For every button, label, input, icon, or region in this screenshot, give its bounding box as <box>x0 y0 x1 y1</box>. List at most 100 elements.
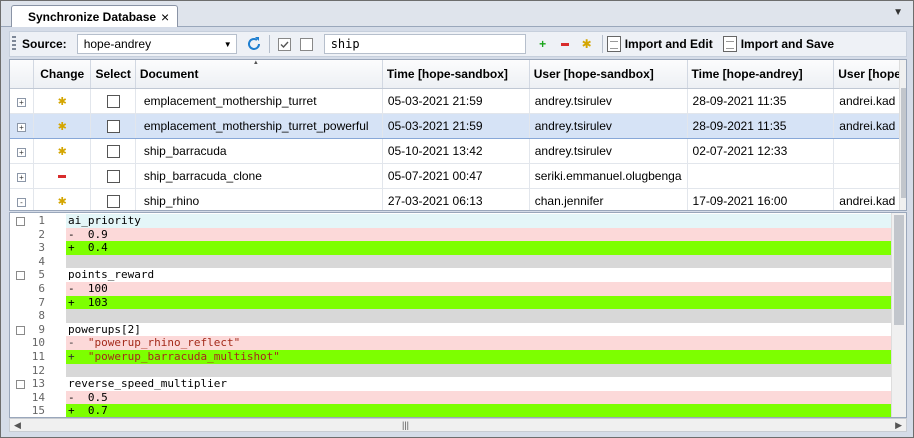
row-expand-cell[interactable]: - <box>10 188 34 210</box>
select-cell[interactable] <box>90 188 136 210</box>
expand-icon[interactable]: + <box>17 97 26 107</box>
diff-line: 11 + "powerup_barracuda_multishot" <box>10 350 891 364</box>
import-and-save-label: Import and Save <box>740 37 835 51</box>
refresh-icon[interactable] <box>246 36 262 52</box>
diff-line: 8 <box>10 309 891 323</box>
diff-marker: - <box>68 336 88 350</box>
change-cell: ✱ <box>33 112 92 139</box>
asterisk-icon[interactable]: ✱ <box>579 36 595 52</box>
import-and-save-button[interactable]: Import and Save <box>722 36 835 52</box>
expand-icon[interactable]: + <box>17 147 26 157</box>
toolbar-separator <box>268 35 270 53</box>
diff-vertical-scrollbar[interactable] <box>891 213 906 417</box>
column-header-time-sandbox[interactable]: Time [hope-sandbox] <box>382 60 530 89</box>
diff-line-text: + 0.4 <box>66 241 891 255</box>
plus-icon[interactable]: + <box>535 36 551 52</box>
scrollbar-thumb[interactable]: ||| <box>402 421 412 430</box>
column-header-time-andrey[interactable]: Time [hope-andrey] <box>687 60 835 89</box>
scrollbar-thumb[interactable] <box>901 88 906 198</box>
minus-icon[interactable] <box>557 36 573 52</box>
documents-table: Change Select ▲ Document Time [hope-sandb… <box>10 60 906 210</box>
tab-synchronize-database[interactable]: Synchronize Database × <box>11 5 179 27</box>
column-header-document[interactable]: ▲ Document <box>135 60 383 89</box>
change-cell: ✱ <box>33 88 92 114</box>
diff-hunk-checkbox[interactable] <box>16 271 25 281</box>
row-expand-cell[interactable]: + <box>10 88 34 114</box>
column-header-change[interactable]: Change <box>33 60 92 89</box>
expand-icon[interactable]: - <box>17 197 26 207</box>
import-and-edit-label: Import and Edit <box>624 37 713 51</box>
user-andrey-cell <box>833 138 906 164</box>
user-sandbox-cell: seriki.emmanuel.olugbenga <box>529 163 688 189</box>
uncheck-all-icon[interactable] <box>299 36 315 52</box>
document-cell: emplacement_mothership_turret_powerful <box>135 112 383 139</box>
table-row[interactable]: + ✱ emplacement_mothership_turret 05-03-202… <box>10 88 906 114</box>
scrollbar-thumb[interactable] <box>894 215 904 325</box>
time-andrey-cell: 28-09-2021 11:35 <box>687 88 835 114</box>
time-sandbox-cell: 05-07-2021 00:47 <box>382 163 530 189</box>
grid-vertical-scrollbar[interactable] <box>899 60 906 210</box>
document-icon <box>606 36 621 52</box>
time-sandbox-cell: 05-03-2021 21:59 <box>382 88 530 114</box>
time-andrey-cell: 17-09-2021 16:00 <box>687 188 835 210</box>
row-select-checkbox[interactable] <box>106 169 120 183</box>
diff-hunk-checkbox[interactable] <box>16 217 25 226</box>
diff-line: 2 - 0.9 <box>10 227 891 242</box>
chevron-down-icon[interactable]: ▼ <box>893 7 903 18</box>
chevron-right-icon[interactable]: ▶ <box>895 420 902 431</box>
table-row[interactable]: - ✱ ship_rhino 27-03-2021 06:13 chan.jennife… <box>10 188 906 210</box>
change-cell: ✱ <box>33 138 92 164</box>
filter-input-value: ship <box>330 37 360 51</box>
row-select-checkbox[interactable] <box>106 94 120 108</box>
diff-hunk-checkbox[interactable] <box>16 325 25 335</box>
line-number: 14 <box>31 390 45 404</box>
select-cell[interactable] <box>90 163 136 189</box>
horizontal-scrollbar[interactable]: ◀ ||| ▶ <box>9 418 907 432</box>
column-header-user-andrey[interactable]: User [hope <box>833 60 906 89</box>
check-all-icon[interactable] <box>277 36 293 52</box>
asterisk-icon: ✱ <box>57 195 67 208</box>
row-select-checkbox[interactable] <box>106 119 120 133</box>
table-row[interactable]: + ✱ ship_barracuda 05-10-2021 13:42 andrey.t… <box>10 138 906 164</box>
select-cell[interactable] <box>90 138 136 164</box>
source-select[interactable]: hope-andrey ▼ <box>76 34 237 54</box>
string-literal: "powerup_rhino_reflect" <box>87 336 241 350</box>
column-header-select[interactable]: Select <box>90 60 136 89</box>
line-number: 1 <box>38 214 45 227</box>
user-andrey-cell: andrei.kad <box>833 112 906 139</box>
toolbar: Source: hope-andrey ▼ ship + ✱ Import an… <box>9 31 907 57</box>
diff-line: 13 reverse_speed_multiplier <box>10 377 891 391</box>
select-cell[interactable] <box>90 88 136 114</box>
document-cell: ship_rhino <box>135 188 383 210</box>
user-sandbox-cell: andrey.tsirulev <box>529 112 688 139</box>
filter-input[interactable]: ship <box>323 34 526 54</box>
close-icon[interactable]: × <box>161 10 169 24</box>
row-expand-cell[interactable]: + <box>10 112 34 139</box>
time-andrey-cell <box>687 163 835 189</box>
source-label: Source: <box>22 37 67 51</box>
chevron-left-icon[interactable]: ◀ <box>14 420 21 431</box>
select-cell[interactable] <box>90 112 136 139</box>
expand-column-header <box>10 60 34 89</box>
table-row[interactable]: + ship_barracuda_clone 05-07-2021 00:47 ser… <box>10 163 906 189</box>
sort-ascending-icon: ▲ <box>252 60 259 66</box>
asterisk-icon: ✱ <box>57 95 67 108</box>
diff-line-text: points_reward <box>66 268 891 282</box>
row-expand-cell[interactable]: + <box>10 138 34 164</box>
row-select-checkbox[interactable] <box>106 144 120 158</box>
toolbar-grip[interactable] <box>12 36 16 52</box>
chevron-down-icon: ▼ <box>223 39 232 49</box>
tab-strip: Synchronize Database × ▼ <box>1 1 913 27</box>
diff-hunk-checkbox[interactable] <box>16 380 25 390</box>
diff-line-text <box>66 254 891 269</box>
import-and-edit-button[interactable]: Import and Edit <box>606 36 713 52</box>
row-select-checkbox[interactable] <box>106 194 120 208</box>
table-header-row: Change Select ▲ Document Time [hope-sandb… <box>10 60 906 89</box>
line-number: 3 <box>38 241 45 255</box>
expand-icon[interactable]: + <box>17 172 26 182</box>
column-header-user-sandbox[interactable]: User [hope-sandbox] <box>529 60 688 89</box>
table-row[interactable]: + ✱ emplacement_mothership_turret_powerful… <box>10 112 906 139</box>
line-number: 10 <box>31 336 45 350</box>
expand-icon[interactable]: + <box>17 122 26 132</box>
row-expand-cell[interactable]: + <box>10 163 34 189</box>
